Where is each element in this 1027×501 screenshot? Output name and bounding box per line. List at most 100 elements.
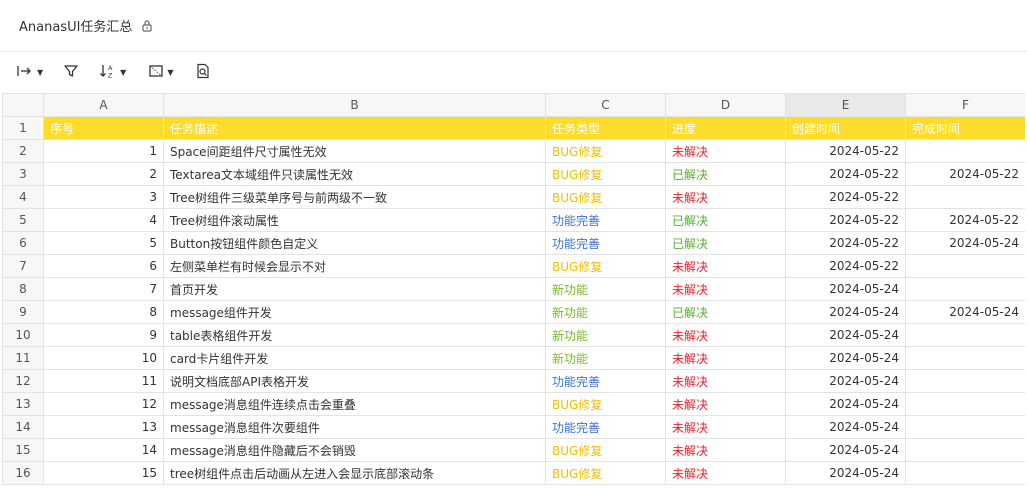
cell-type[interactable]: 功能完善: [545, 231, 666, 255]
cell-status[interactable]: 未解决: [665, 139, 786, 163]
cell-type[interactable]: 新功能: [545, 277, 666, 301]
cell-done[interactable]: [905, 438, 1025, 462]
row-number[interactable]: 11: [2, 346, 44, 370]
row-number[interactable]: 9: [2, 300, 44, 324]
cell-created[interactable]: 2024-05-24: [785, 323, 906, 347]
cell-description[interactable]: Button按钮组件颜色自定义: [163, 231, 546, 255]
cell-status[interactable]: 未解决: [665, 346, 786, 370]
cell-status[interactable]: 未解决: [665, 438, 786, 462]
header-cell[interactable]: 序号: [43, 116, 164, 140]
cell-description[interactable]: 说明文档底部API表格开发: [163, 369, 546, 393]
cell-created[interactable]: 2024-05-24: [785, 300, 906, 324]
header-cell[interactable]: 完成时间: [905, 116, 1025, 140]
row-number[interactable]: 12: [2, 369, 44, 393]
cell-type[interactable]: 功能完善: [545, 369, 666, 393]
row-number[interactable]: 13: [2, 392, 44, 416]
filter-button[interactable]: [63, 63, 79, 82]
cell-done[interactable]: [905, 254, 1025, 278]
row-number[interactable]: 6: [2, 231, 44, 255]
cell-description[interactable]: 左侧菜单栏有时候会显示不对: [163, 254, 546, 278]
cell-status[interactable]: 已解决: [665, 162, 786, 186]
cell-done[interactable]: [905, 277, 1025, 301]
border-button[interactable]: ▼: [148, 63, 173, 82]
cell-description[interactable]: table表格组件开发: [163, 323, 546, 347]
cell-description[interactable]: Textarea文本域组件只读属性无效: [163, 162, 546, 186]
row-number[interactable]: 7: [2, 254, 44, 278]
cell-done[interactable]: [905, 392, 1025, 416]
column-header-e[interactable]: E: [785, 93, 906, 117]
cell-created[interactable]: 2024-05-22: [785, 208, 906, 232]
cell-done[interactable]: [905, 461, 1025, 485]
column-header-d[interactable]: D: [665, 93, 786, 117]
cell-type[interactable]: 新功能: [545, 323, 666, 347]
cell-status[interactable]: 已解决: [665, 300, 786, 324]
cell-done[interactable]: 2024-05-24: [905, 231, 1025, 255]
cell-created[interactable]: 2024-05-22: [785, 185, 906, 209]
cell-status[interactable]: 未解决: [665, 323, 786, 347]
cell-status[interactable]: 已解决: [665, 231, 786, 255]
cell-created[interactable]: 2024-05-24: [785, 277, 906, 301]
cell-created[interactable]: 2024-05-24: [785, 369, 906, 393]
cell-type[interactable]: 新功能: [545, 346, 666, 370]
cell-description[interactable]: Tree树组件三级菜单序号与前两级不一致: [163, 185, 546, 209]
cell-description[interactable]: message消息组件连续点击会重叠: [163, 392, 546, 416]
cell-type[interactable]: BUG修复: [545, 185, 666, 209]
cell-status[interactable]: 未解决: [665, 392, 786, 416]
cell-no[interactable]: 9: [43, 323, 164, 347]
cell-no[interactable]: 1: [43, 139, 164, 163]
cell-type[interactable]: 功能完善: [545, 208, 666, 232]
header-cell[interactable]: 进度: [665, 116, 786, 140]
cell-created[interactable]: 2024-05-22: [785, 139, 906, 163]
cell-type[interactable]: BUG修复: [545, 139, 666, 163]
column-header-f[interactable]: F: [905, 93, 1025, 117]
row-number[interactable]: 4: [2, 185, 44, 209]
lock-icon[interactable]: [141, 19, 153, 32]
cell-status[interactable]: 未解决: [665, 369, 786, 393]
cell-done[interactable]: [905, 369, 1025, 393]
cell-no[interactable]: 6: [43, 254, 164, 278]
cell-status[interactable]: 已解决: [665, 208, 786, 232]
row-number[interactable]: 1: [2, 116, 44, 140]
cell-description[interactable]: Tree树组件滚动属性: [163, 208, 546, 232]
cell-created[interactable]: 2024-05-24: [785, 392, 906, 416]
header-cell[interactable]: 任务描述: [163, 116, 546, 140]
cell-status[interactable]: 未解决: [665, 277, 786, 301]
cell-type[interactable]: BUG修复: [545, 438, 666, 462]
cell-created[interactable]: 2024-05-24: [785, 461, 906, 485]
column-header-c[interactable]: C: [545, 93, 666, 117]
cell-no[interactable]: 14: [43, 438, 164, 462]
cell-no[interactable]: 2: [43, 162, 164, 186]
cell-done[interactable]: 2024-05-22: [905, 208, 1025, 232]
cell-description[interactable]: Space间距组件尺寸属性无效: [163, 139, 546, 163]
corner-cell[interactable]: [2, 93, 44, 117]
cell-no[interactable]: 11: [43, 369, 164, 393]
header-cell[interactable]: 创建时间: [785, 116, 906, 140]
cell-created[interactable]: 2024-05-22: [785, 254, 906, 278]
row-number[interactable]: 8: [2, 277, 44, 301]
cell-description[interactable]: message消息组件次要组件: [163, 415, 546, 439]
cell-created[interactable]: 2024-05-22: [785, 162, 906, 186]
cell-description[interactable]: message组件开发: [163, 300, 546, 324]
row-number[interactable]: 10: [2, 323, 44, 347]
cell-no[interactable]: 13: [43, 415, 164, 439]
cell-type[interactable]: BUG修复: [545, 461, 666, 485]
cell-created[interactable]: 2024-05-24: [785, 415, 906, 439]
cell-status[interactable]: 未解决: [665, 461, 786, 485]
cell-type[interactable]: 新功能: [545, 300, 666, 324]
row-number[interactable]: 16: [2, 461, 44, 485]
cell-done[interactable]: [905, 139, 1025, 163]
cell-description[interactable]: tree树组件点击后动画从左进入会显示底部滚动条: [163, 461, 546, 485]
cell-done[interactable]: 2024-05-24: [905, 300, 1025, 324]
cell-done[interactable]: 2024-05-22: [905, 162, 1025, 186]
cell-created[interactable]: 2024-05-22: [785, 231, 906, 255]
row-number[interactable]: 15: [2, 438, 44, 462]
column-header-b[interactable]: B: [163, 93, 546, 117]
cell-created[interactable]: 2024-05-24: [785, 438, 906, 462]
cell-no[interactable]: 7: [43, 277, 164, 301]
row-number[interactable]: 5: [2, 208, 44, 232]
cell-type[interactable]: BUG修复: [545, 162, 666, 186]
cell-no[interactable]: 5: [43, 231, 164, 255]
sort-button[interactable]: AZ ▼: [99, 63, 126, 83]
cell-status[interactable]: 未解决: [665, 254, 786, 278]
cell-created[interactable]: 2024-05-24: [785, 346, 906, 370]
